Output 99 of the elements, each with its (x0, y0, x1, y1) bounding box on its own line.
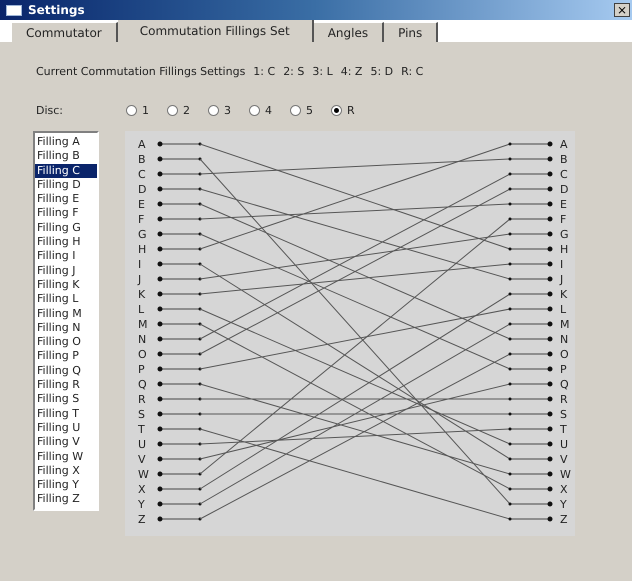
pin-label: Y (138, 498, 145, 511)
pin-label: W (560, 468, 571, 481)
pin-label: Z (138, 513, 146, 526)
tab[interactable]: Commutation Fillings Set (118, 20, 314, 42)
pin-label: D (138, 183, 146, 196)
disc-radio[interactable]: 2 (167, 102, 190, 119)
filling-item[interactable]: Filling E (35, 192, 97, 206)
window-icon (6, 4, 22, 16)
pin-label: N (560, 333, 568, 346)
pin-label: M (138, 318, 148, 331)
pin-label: H (138, 243, 146, 256)
pin-label: P (138, 363, 145, 376)
pin-label: U (138, 438, 146, 451)
setting-value: 1: C (253, 64, 276, 80)
tab[interactable]: Commutator (12, 22, 118, 42)
pin-label: B (138, 153, 146, 166)
setting-value: 4: Z (340, 64, 362, 80)
pin-label: K (560, 288, 568, 301)
pin-label: G (138, 228, 147, 241)
filling-item[interactable]: Filling N (35, 320, 97, 336)
pin-label: H (560, 243, 568, 256)
disc-radio[interactable]: 3 (208, 102, 231, 119)
setting-value: 2: S (283, 64, 304, 80)
pin-label: S (138, 408, 145, 421)
pin-label: A (138, 138, 146, 151)
pin-label: L (138, 303, 144, 316)
filling-item[interactable]: Filling A (35, 135, 97, 150)
pin-label: C (138, 168, 146, 181)
filling-item[interactable]: Filling H (35, 235, 97, 250)
filling-item[interactable]: Filling K (35, 278, 97, 292)
filling-item[interactable]: Filling O (35, 335, 97, 350)
filling-item[interactable]: Filling B (35, 149, 97, 164)
pin-label: N (138, 333, 146, 346)
pin-label: O (560, 348, 569, 361)
pin-label: Q (560, 378, 569, 391)
pin-label: S (560, 408, 567, 421)
filling-item[interactable]: Filling U (35, 420, 97, 436)
disc-radio[interactable]: 4 (249, 102, 272, 119)
tab[interactable]: Pins (384, 22, 438, 42)
settings-label: Current Commutation Fillings Settings (36, 64, 246, 80)
setting-value: 3: L (312, 64, 333, 80)
pin-label: U (560, 438, 568, 451)
disc-radio[interactable]: 5 (290, 102, 313, 119)
filling-item[interactable]: Filling J (35, 264, 97, 278)
pin-label: W (138, 468, 149, 481)
disc-radio[interactable]: 1 (126, 102, 149, 119)
pin-label: J (560, 273, 564, 286)
filling-item[interactable]: Filling Q (35, 364, 97, 378)
filling-item[interactable]: Filling R (35, 378, 97, 392)
pin-label: Z (560, 513, 568, 526)
pin-label: K (138, 288, 146, 301)
disc-radio[interactable]: R (331, 102, 355, 119)
pin-label: Q (138, 378, 147, 391)
pin-label: G (560, 228, 569, 241)
filling-item[interactable]: Filling W (35, 450, 97, 464)
filling-item[interactable]: Filling M (35, 306, 97, 321)
pin-label: O (138, 348, 147, 361)
filling-item[interactable]: Filling S (35, 392, 97, 407)
filling-item[interactable]: Filling P (35, 349, 97, 364)
pin-label: E (560, 198, 567, 211)
pin-label: T (560, 423, 567, 436)
pin-label: P (560, 363, 567, 376)
setting-value: R: C (401, 64, 424, 80)
pin-label: F (138, 213, 144, 226)
close-button[interactable]: × (614, 3, 630, 17)
filling-item[interactable]: Filling D (35, 178, 97, 192)
pin-label: V (138, 453, 146, 466)
pin-label: L (560, 303, 566, 316)
disc-label: Disc: (36, 102, 64, 118)
pin-label: X (560, 483, 568, 496)
pin-label: V (560, 453, 568, 466)
filling-item[interactable]: Filling F (35, 206, 97, 221)
pin-label: E (138, 198, 145, 211)
pin-label: F (560, 213, 566, 226)
filling-item[interactable]: Filling T (35, 406, 97, 421)
filling-item[interactable]: Filling L (35, 292, 97, 307)
pin-label: D (560, 183, 568, 196)
tab[interactable]: Angles (314, 22, 384, 42)
filling-item[interactable]: Filling X (35, 464, 97, 478)
window-title: Settings (28, 2, 86, 19)
setting-value: 5: D (370, 64, 394, 80)
pin-label: A (560, 138, 568, 151)
pin-label: I (560, 258, 564, 271)
pin-label: X (138, 483, 146, 496)
pin-label: M (560, 318, 570, 331)
filling-item[interactable]: Filling C (35, 164, 97, 178)
pin-label: R (138, 393, 146, 406)
pin-label: C (560, 168, 568, 181)
pin-label: I (138, 258, 142, 271)
pin-label: Y (560, 498, 567, 511)
filling-item[interactable]: Filling I (35, 249, 97, 264)
filling-item[interactable]: Filling V (35, 435, 97, 450)
pin-label: J (138, 273, 142, 286)
filling-item[interactable]: Filling Z (35, 492, 97, 507)
filling-item[interactable]: Filling Y (35, 478, 97, 492)
pin-label: R (560, 393, 568, 406)
pin-label: T (138, 423, 145, 436)
filling-item[interactable]: Filling G (35, 220, 97, 236)
pin-label: B (560, 153, 568, 166)
